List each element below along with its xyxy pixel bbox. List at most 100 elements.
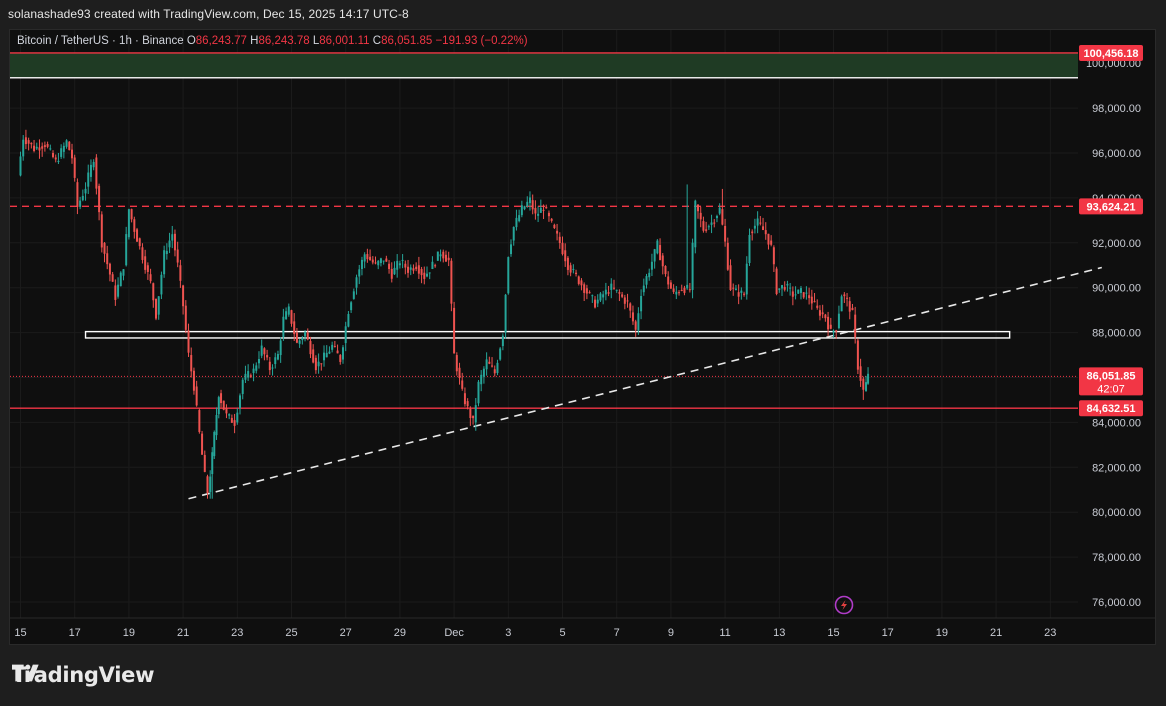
candle-body	[569, 265, 572, 273]
candle-body	[171, 234, 174, 241]
candle-body	[358, 269, 361, 277]
tradingview-logo-icon	[12, 664, 39, 682]
candle-body	[545, 206, 548, 209]
candle-body	[832, 330, 835, 333]
candle-body	[160, 274, 163, 295]
y-tick-label: 90,000.00	[1092, 283, 1141, 295]
candle-body	[369, 256, 372, 261]
candle-body	[263, 348, 266, 355]
candle-body	[523, 206, 526, 210]
x-tick-label: 5	[559, 627, 565, 639]
candle-body	[309, 341, 312, 355]
candle-body	[173, 233, 176, 251]
candle-body	[412, 268, 415, 271]
candle-body	[176, 249, 179, 263]
chart-pane[interactable]: 76,000.00 78,000.00 80,000.00 82,000.00 84,0…	[9, 29, 1156, 645]
candle-body	[859, 366, 862, 381]
candle-body	[821, 312, 824, 315]
candle-body	[786, 283, 789, 286]
candle-body	[602, 294, 605, 298]
candle-body	[84, 188, 87, 194]
candle-body	[818, 310, 821, 316]
candle-body	[304, 331, 307, 337]
candle-body	[228, 414, 231, 416]
candle-body	[629, 303, 632, 311]
candle-body	[35, 146, 38, 149]
candle-body	[111, 274, 114, 282]
chart-credit: solanashade93 created with TradingView.c…	[8, 7, 409, 21]
candle-body	[431, 261, 434, 269]
candle-body	[46, 144, 49, 147]
candle-body	[572, 268, 575, 270]
x-tick-label: 13	[773, 627, 785, 639]
candle-body	[650, 261, 653, 270]
candle-body	[49, 148, 52, 150]
candle-body	[455, 355, 458, 372]
candle-body	[333, 346, 336, 348]
candle-body	[480, 374, 483, 385]
candle-body	[339, 355, 342, 362]
candle-body	[92, 161, 95, 168]
candle-body	[724, 225, 727, 242]
candle-body	[461, 380, 464, 389]
candle-body	[209, 476, 212, 492]
candle-body	[192, 370, 195, 391]
candle-body	[515, 217, 518, 228]
candle-body	[95, 157, 98, 189]
candle-body	[791, 291, 794, 297]
candle-body	[718, 207, 721, 214]
candle-body	[136, 229, 139, 242]
candle-body	[596, 299, 599, 304]
candle-body	[553, 224, 556, 228]
candle-body	[781, 285, 784, 289]
candle-body	[33, 145, 36, 152]
close-value: 86,051.85	[381, 35, 433, 47]
candle-body	[488, 361, 491, 364]
candle-body	[260, 345, 263, 356]
candle-body	[805, 292, 808, 294]
candle-body	[130, 209, 133, 220]
candle-body	[244, 373, 247, 380]
candle-body	[187, 330, 190, 353]
candle-body	[266, 355, 269, 358]
candle-body	[290, 310, 293, 324]
candle-body	[352, 291, 355, 299]
candle-body	[537, 213, 540, 216]
candle-body	[366, 254, 369, 260]
candle-body	[152, 283, 155, 301]
candle-body	[732, 287, 735, 289]
candle-body	[217, 397, 220, 415]
candle-body	[195, 386, 198, 406]
candle-body	[604, 289, 607, 295]
candle-body	[220, 393, 223, 404]
candle-body	[499, 348, 502, 360]
high-value: 86,243.78	[258, 35, 310, 47]
candle-body	[127, 209, 130, 238]
x-tick-label: 27	[340, 627, 352, 639]
candle-body	[575, 272, 578, 274]
candle-body	[360, 259, 363, 269]
candle-body	[230, 417, 233, 423]
price-chart[interactable]: 76,000.00 78,000.00 80,000.00 82,000.00 84,0…	[10, 30, 1156, 645]
x-tick-label: 15	[14, 627, 26, 639]
candle-body	[125, 234, 128, 266]
candle-body	[428, 272, 431, 274]
candle-body	[317, 361, 320, 367]
candle-body	[382, 260, 385, 262]
candle-body	[274, 357, 277, 365]
candle-body	[680, 289, 683, 291]
candle-body	[615, 289, 618, 291]
candle-body	[190, 355, 193, 372]
candle-body	[225, 408, 228, 414]
candle-body	[710, 222, 713, 225]
candle-body	[252, 368, 255, 374]
candle-body	[504, 294, 507, 333]
candle-body	[512, 226, 515, 241]
candle-body	[466, 401, 469, 407]
x-tick-label: 11	[719, 627, 730, 639]
candle-body	[388, 263, 391, 270]
candle-body	[249, 375, 252, 377]
candle-body	[444, 254, 447, 262]
candle-body	[106, 253, 109, 265]
candle-body	[623, 297, 626, 304]
